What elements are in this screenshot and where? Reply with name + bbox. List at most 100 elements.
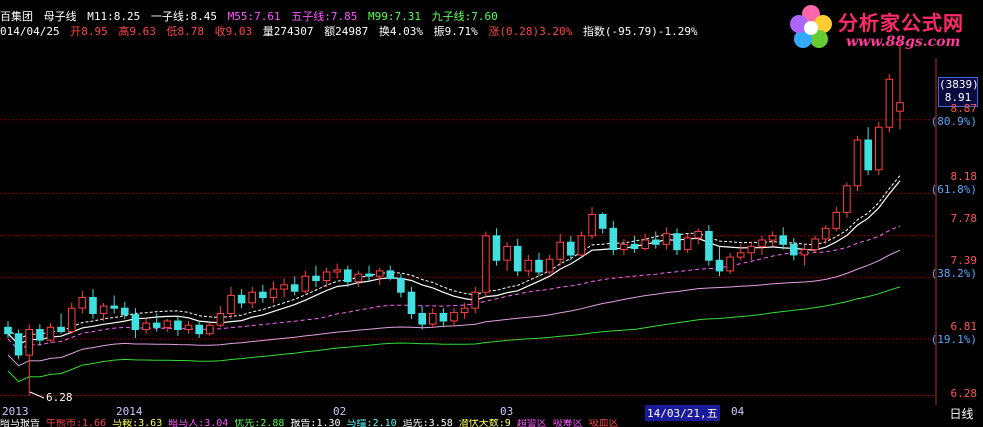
indicator-header: 百集团 母子线 M11:8.25 一子线:8.45 M55:7.61 五子线:7… [0, 9, 502, 24]
candle[interactable] [386, 265, 395, 281]
candle[interactable] [152, 313, 161, 332]
candle[interactable] [174, 316, 182, 336]
candle[interactable] [768, 231, 777, 247]
candle-body [641, 239, 650, 249]
candle[interactable] [875, 121, 883, 176]
candle-body [896, 102, 904, 112]
candle-body [545, 258, 554, 273]
candle[interactable] [800, 244, 809, 266]
candle[interactable] [821, 225, 830, 245]
candle[interactable] [492, 228, 501, 266]
candle[interactable] [790, 237, 798, 261]
candle[interactable] [450, 308, 458, 326]
candle-body [386, 270, 395, 279]
candle[interactable] [216, 306, 225, 328]
candle[interactable] [227, 286, 235, 319]
candle-body [152, 322, 161, 328]
candle[interactable] [598, 212, 607, 234]
candle[interactable] [344, 265, 352, 287]
candle[interactable] [407, 286, 416, 319]
candle[interactable] [89, 289, 97, 319]
candle-body [715, 259, 724, 272]
candle[interactable] [609, 220, 618, 255]
candle[interactable] [248, 286, 256, 309]
candle[interactable] [184, 320, 193, 334]
candle[interactable] [524, 254, 533, 277]
candle[interactable] [25, 324, 33, 396]
candle[interactable] [131, 308, 140, 338]
candle[interactable] [471, 286, 479, 314]
candle[interactable] [280, 278, 288, 298]
candle-body [524, 259, 533, 272]
candle[interactable] [418, 306, 426, 330]
candle[interactable] [513, 238, 522, 277]
candle[interactable] [620, 238, 628, 255]
candle[interactable] [630, 235, 639, 253]
candle[interactable] [67, 302, 76, 334]
candle[interactable] [482, 231, 490, 298]
candle[interactable] [556, 233, 565, 266]
candle[interactable] [110, 295, 119, 314]
candle-body [567, 241, 575, 256]
candle[interactable] [142, 318, 150, 334]
candle[interactable] [641, 233, 650, 251]
x-tick: 2014 [116, 405, 143, 418]
candles[interactable] [4, 38, 904, 396]
candle[interactable] [14, 329, 23, 360]
candle-body [811, 238, 819, 251]
candle[interactable] [354, 270, 363, 287]
candle[interactable] [195, 320, 203, 338]
candle[interactable] [736, 244, 745, 261]
candle[interactable] [726, 252, 734, 275]
candle[interactable] [747, 242, 756, 261]
candle[interactable] [694, 228, 703, 245]
candle[interactable] [290, 276, 299, 296]
candle[interactable] [779, 227, 788, 250]
candle[interactable] [36, 324, 44, 346]
candle[interactable] [57, 313, 65, 334]
candle[interactable] [46, 323, 55, 343]
footer-item: 马缰:2.10 [346, 419, 397, 427]
candle[interactable] [843, 182, 851, 218]
y-tick: 7.78 [950, 212, 978, 225]
candle[interactable] [375, 267, 384, 285]
candle[interactable] [864, 127, 873, 176]
candle[interactable] [397, 274, 405, 298]
candle[interactable] [301, 270, 310, 294]
candle[interactable] [439, 308, 448, 328]
candle[interactable] [259, 284, 267, 303]
candle[interactable] [673, 228, 681, 255]
candle[interactable] [78, 291, 87, 314]
candle[interactable] [885, 73, 894, 133]
candle[interactable] [588, 207, 596, 239]
candle[interactable] [577, 231, 586, 258]
candle[interactable] [853, 135, 862, 192]
candle[interactable] [535, 252, 543, 277]
candle[interactable] [652, 231, 660, 249]
candlestick-chart[interactable] [0, 0, 983, 427]
candle[interactable] [365, 265, 373, 281]
candle[interactable] [312, 265, 320, 287]
footer-item: 报告:1.30 [290, 419, 341, 427]
candle[interactable] [683, 233, 692, 253]
candle-body [662, 233, 671, 245]
candle[interactable] [503, 242, 511, 271]
candle-body [439, 313, 448, 322]
candle[interactable] [206, 323, 214, 336]
candle[interactable] [705, 225, 713, 266]
candle[interactable] [269, 281, 278, 303]
candle-body [503, 245, 511, 261]
candle[interactable] [715, 246, 724, 277]
candle[interactable] [545, 254, 554, 275]
candle[interactable] [429, 308, 437, 328]
candle[interactable] [567, 235, 575, 261]
candle-body [121, 307, 129, 316]
candle[interactable] [333, 263, 341, 279]
candle[interactable] [237, 289, 246, 309]
candle-body [673, 233, 681, 251]
candle[interactable] [758, 235, 766, 255]
candle[interactable] [163, 318, 172, 332]
candle-body [46, 326, 55, 341]
candle[interactable] [662, 227, 671, 250]
candle[interactable] [832, 207, 841, 232]
